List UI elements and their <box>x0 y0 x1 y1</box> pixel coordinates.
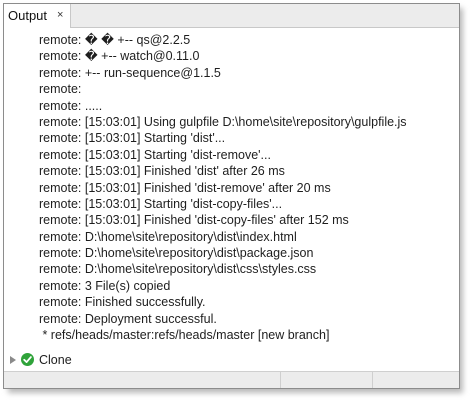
output-panel: Output × remote: � � +-- qs@2.2.5 remote… <box>3 3 460 389</box>
log-line: remote: [15:03:01] Starting 'dist-remove… <box>39 147 271 162</box>
status-bar-divider <box>372 372 373 388</box>
check-icon <box>21 353 34 366</box>
log-line: remote: D:\home\site\repository\dist\ind… <box>39 229 297 244</box>
close-icon[interactable]: × <box>57 4 63 27</box>
log-line: remote: ..... <box>39 98 103 113</box>
tab-bar: Output × <box>4 4 459 28</box>
log-line: remote: Deployment successful. <box>39 311 217 326</box>
log-line: remote: [15:03:01] Finished 'dist-remove… <box>39 180 331 195</box>
log-line: remote: [15:03:01] Finished 'dist' after… <box>39 164 285 179</box>
log-line: remote: � � +-- qs@2.2.5 <box>39 33 191 47</box>
log-line: remote: � +-- watch@0.11.0 <box>39 49 200 64</box>
log-line: remote: Finished successfully. <box>39 295 206 310</box>
task-label: Clone <box>39 353 72 367</box>
log-line: remote: [15:03:01] Starting 'dist-copy-f… <box>39 196 283 211</box>
log-line: remote: 3 File(s) copied <box>39 278 171 293</box>
log-line: remote: [15:03:01] Using gulpfile D:\hom… <box>39 114 407 129</box>
status-bar <box>4 371 459 388</box>
log-line: * refs/heads/master:refs/heads/master [n… <box>39 328 330 343</box>
log-line: remote: +-- run-sequence@1.1.5 <box>39 65 221 80</box>
log-line: remote: D:\home\site\repository\dist\css… <box>39 262 317 277</box>
log-line: remote: [15:03:01] Starting 'dist'... <box>39 131 226 146</box>
task-row-clone[interactable]: Clone <box>4 352 459 369</box>
expand-arrow-icon[interactable] <box>10 356 16 364</box>
tab-output-label: Output <box>8 8 48 23</box>
status-bar-divider <box>280 372 281 388</box>
log-line: remote: <box>39 82 82 97</box>
log-line: remote: [15:03:01] Finished 'dist-copy-f… <box>39 213 349 228</box>
log-line: remote: D:\home\site\repository\dist\pac… <box>39 246 314 261</box>
tab-output[interactable]: Output × <box>4 4 71 28</box>
output-log: remote: � � +-- qs@2.2.5 remote: � +-- w… <box>4 32 459 343</box>
